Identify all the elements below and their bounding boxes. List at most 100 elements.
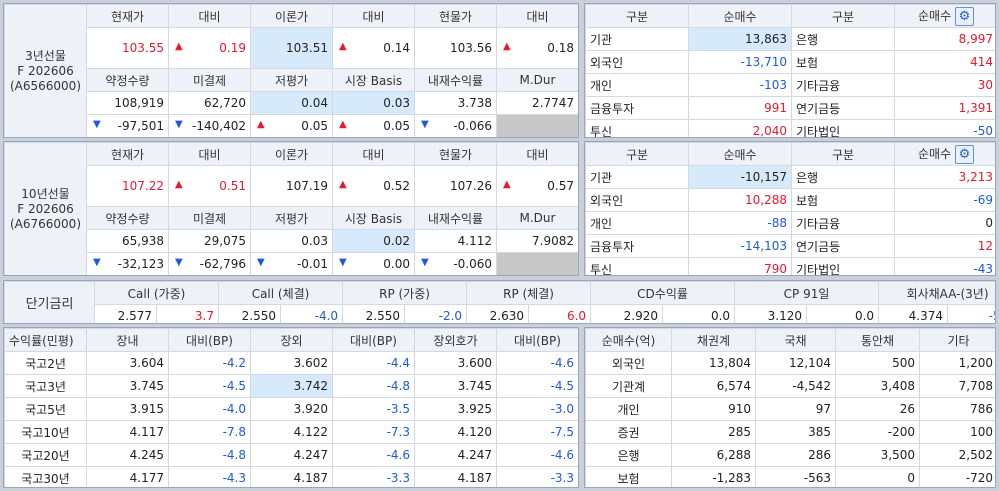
- otc-change: -3.3: [332, 466, 415, 487]
- col-header: 순매수 ⚙: [894, 142, 995, 166]
- theoretical-change: ▲ 0.14: [332, 27, 415, 69]
- investor-value: 414: [894, 50, 995, 74]
- rate-value: 2.550: [218, 304, 282, 323]
- table-row[interactable]: 보험 -1,283 -563 0 -720: [585, 466, 995, 487]
- col-header: 장외호가: [414, 328, 497, 352]
- basis-change: ▲ 0.05: [332, 114, 415, 137]
- investor-value: 1,391: [894, 96, 995, 120]
- col-header: 통안채: [835, 328, 920, 352]
- msb: 500: [835, 351, 920, 375]
- col-header: M.Dur: [496, 68, 578, 92]
- investor-type: 기타법인: [791, 119, 895, 137]
- col-header: 기타: [919, 328, 995, 352]
- col-header: 구분: [791, 4, 895, 28]
- investor-type: 보험: [791, 188, 895, 212]
- rate-value: 2.920: [590, 304, 664, 323]
- otc-change: -7.3: [332, 420, 415, 444]
- theoretical-price[interactable]: 107.19: [250, 165, 333, 207]
- col-header: 대비: [332, 142, 415, 166]
- triangle-down-icon: ▼: [93, 119, 101, 130]
- bond-total: -1,283: [671, 466, 756, 487]
- col-header: 약정수량: [86, 68, 169, 92]
- col-header: 현물가: [414, 4, 497, 28]
- col-header: 저평가: [250, 68, 333, 92]
- implied-yield: 4.112: [414, 229, 497, 253]
- investor-name: 보험: [585, 466, 672, 487]
- exchange-yield: 3.745: [86, 374, 169, 398]
- exchange-yield: 3.604: [86, 351, 169, 375]
- investor-value: -43: [894, 257, 995, 275]
- bond-total: 6,288: [671, 443, 756, 467]
- otc-change: -3.5: [332, 397, 415, 421]
- theoretical-price[interactable]: 103.51: [250, 27, 333, 69]
- undervalued-change-value: -0.01: [296, 257, 328, 271]
- modified-duration: 7.9082: [496, 229, 578, 253]
- otc-yield: 4.122: [250, 420, 333, 444]
- table-row[interactable]: 국고20년 4.245 -4.8 4.247 -4.6 4.247 -4.6: [4, 443, 578, 467]
- investor-type: 금융투자: [585, 96, 689, 120]
- table-row[interactable]: 은행 6,288 286 3,500 2,502: [585, 443, 995, 467]
- investor-name: 외국인: [585, 351, 672, 375]
- current-price: 107.22: [86, 165, 169, 207]
- col-header: 대비(BP): [496, 328, 578, 352]
- investor-type: 연기금등: [791, 96, 895, 120]
- investor-type: 투신: [585, 257, 689, 275]
- exchange-yield: 4.177: [86, 466, 169, 487]
- market-basis[interactable]: 0.02: [332, 229, 415, 253]
- table-row[interactable]: 국고2년 3.604 -4.2 3.602 -4.4 3.600 -4.6: [4, 351, 578, 375]
- col-header: CD수익률: [590, 281, 736, 305]
- gear-icon[interactable]: ⚙: [954, 144, 974, 164]
- undervalued-change-value: 0.05: [301, 119, 328, 133]
- triangle-up-icon: ▲: [175, 41, 183, 52]
- contract-volume: 65,938: [86, 229, 169, 253]
- rate-change: -4.0: [280, 304, 344, 323]
- col-header: 순매수: [688, 4, 792, 28]
- bond-total: 910: [671, 397, 756, 421]
- undervalued[interactable]: 0.03: [250, 229, 333, 253]
- triangle-up-icon: ▲: [503, 41, 511, 52]
- investor-value: -14,103: [688, 234, 792, 258]
- spot-price: 103.56: [414, 27, 497, 69]
- table-row[interactable]: 국고5년 3.915 -4.0 3.920 -3.5 3.925 -3.0: [4, 397, 578, 421]
- col-header: 현재가: [86, 142, 169, 166]
- market-basis[interactable]: 0.03: [332, 91, 415, 115]
- implied-yield-change: ▼ -0.066: [414, 114, 497, 137]
- modified-duration: 2.7747: [496, 91, 578, 115]
- table-row[interactable]: 증권 285 385 -200 100: [585, 420, 995, 444]
- table-row[interactable]: 국고3년 3.745 -4.5 3.742 -4.8 3.745 -4.5: [4, 374, 578, 398]
- volume-change-value: -97,501: [117, 119, 164, 133]
- investor-value: 991: [688, 96, 792, 120]
- col-header: 미결제: [168, 206, 251, 230]
- rate-value: 2.630: [466, 304, 530, 323]
- govt-bond: 385: [755, 420, 836, 444]
- col-header: 대비: [496, 142, 578, 166]
- col-header: 대비: [168, 4, 251, 28]
- investor-value[interactable]: 13,863: [688, 27, 792, 51]
- triangle-down-icon: ▼: [339, 257, 347, 268]
- investor-type: 기타법인: [791, 257, 895, 275]
- investor-value[interactable]: -10,157: [688, 165, 792, 189]
- table-row[interactable]: 국고30년 4.177 -4.3 4.187 -3.3 4.187 -3.3: [4, 466, 578, 487]
- investor-type: 연기금등: [791, 234, 895, 258]
- table-row[interactable]: 기관계 6,574 -4,542 3,408 7,708: [585, 374, 995, 398]
- investor-type: 기타금융: [791, 211, 895, 235]
- rate-change: 0.0: [662, 304, 736, 323]
- investor-type: 기타금융: [791, 73, 895, 97]
- futures-panel-10y: 10년선물 F 202606 (A6766000) 현재가 대비 이론가 대비 …: [3, 141, 579, 276]
- table-row[interactable]: 개인 910 97 26 786: [585, 397, 995, 421]
- otc-quote-change: -4.6: [496, 351, 578, 375]
- otc-yield[interactable]: 3.742: [250, 374, 333, 398]
- triangle-up-icon: ▲: [339, 119, 347, 130]
- investor-panel-2: 구분 순매수 구분 순매수 ⚙ 기관 -10,157 은행 3,213 외국인 10,2…: [584, 141, 996, 276]
- gear-icon[interactable]: ⚙: [954, 6, 974, 26]
- col-header: 장내: [86, 328, 169, 352]
- investor-name: 은행: [585, 443, 672, 467]
- table-row[interactable]: 국고10년 4.117 -7.8 4.122 -7.3 4.120 -7.5: [4, 420, 578, 444]
- volume-change: ▼ -97,501: [86, 114, 169, 137]
- theoretical-change: ▲ 0.52: [332, 165, 415, 207]
- triangle-down-icon: ▼: [257, 257, 265, 268]
- col-header: 현재가: [86, 4, 169, 28]
- undervalued[interactable]: 0.04: [250, 91, 333, 115]
- msb: -200: [835, 420, 920, 444]
- table-row[interactable]: 외국인 13,804 12,104 500 1,200: [585, 351, 995, 375]
